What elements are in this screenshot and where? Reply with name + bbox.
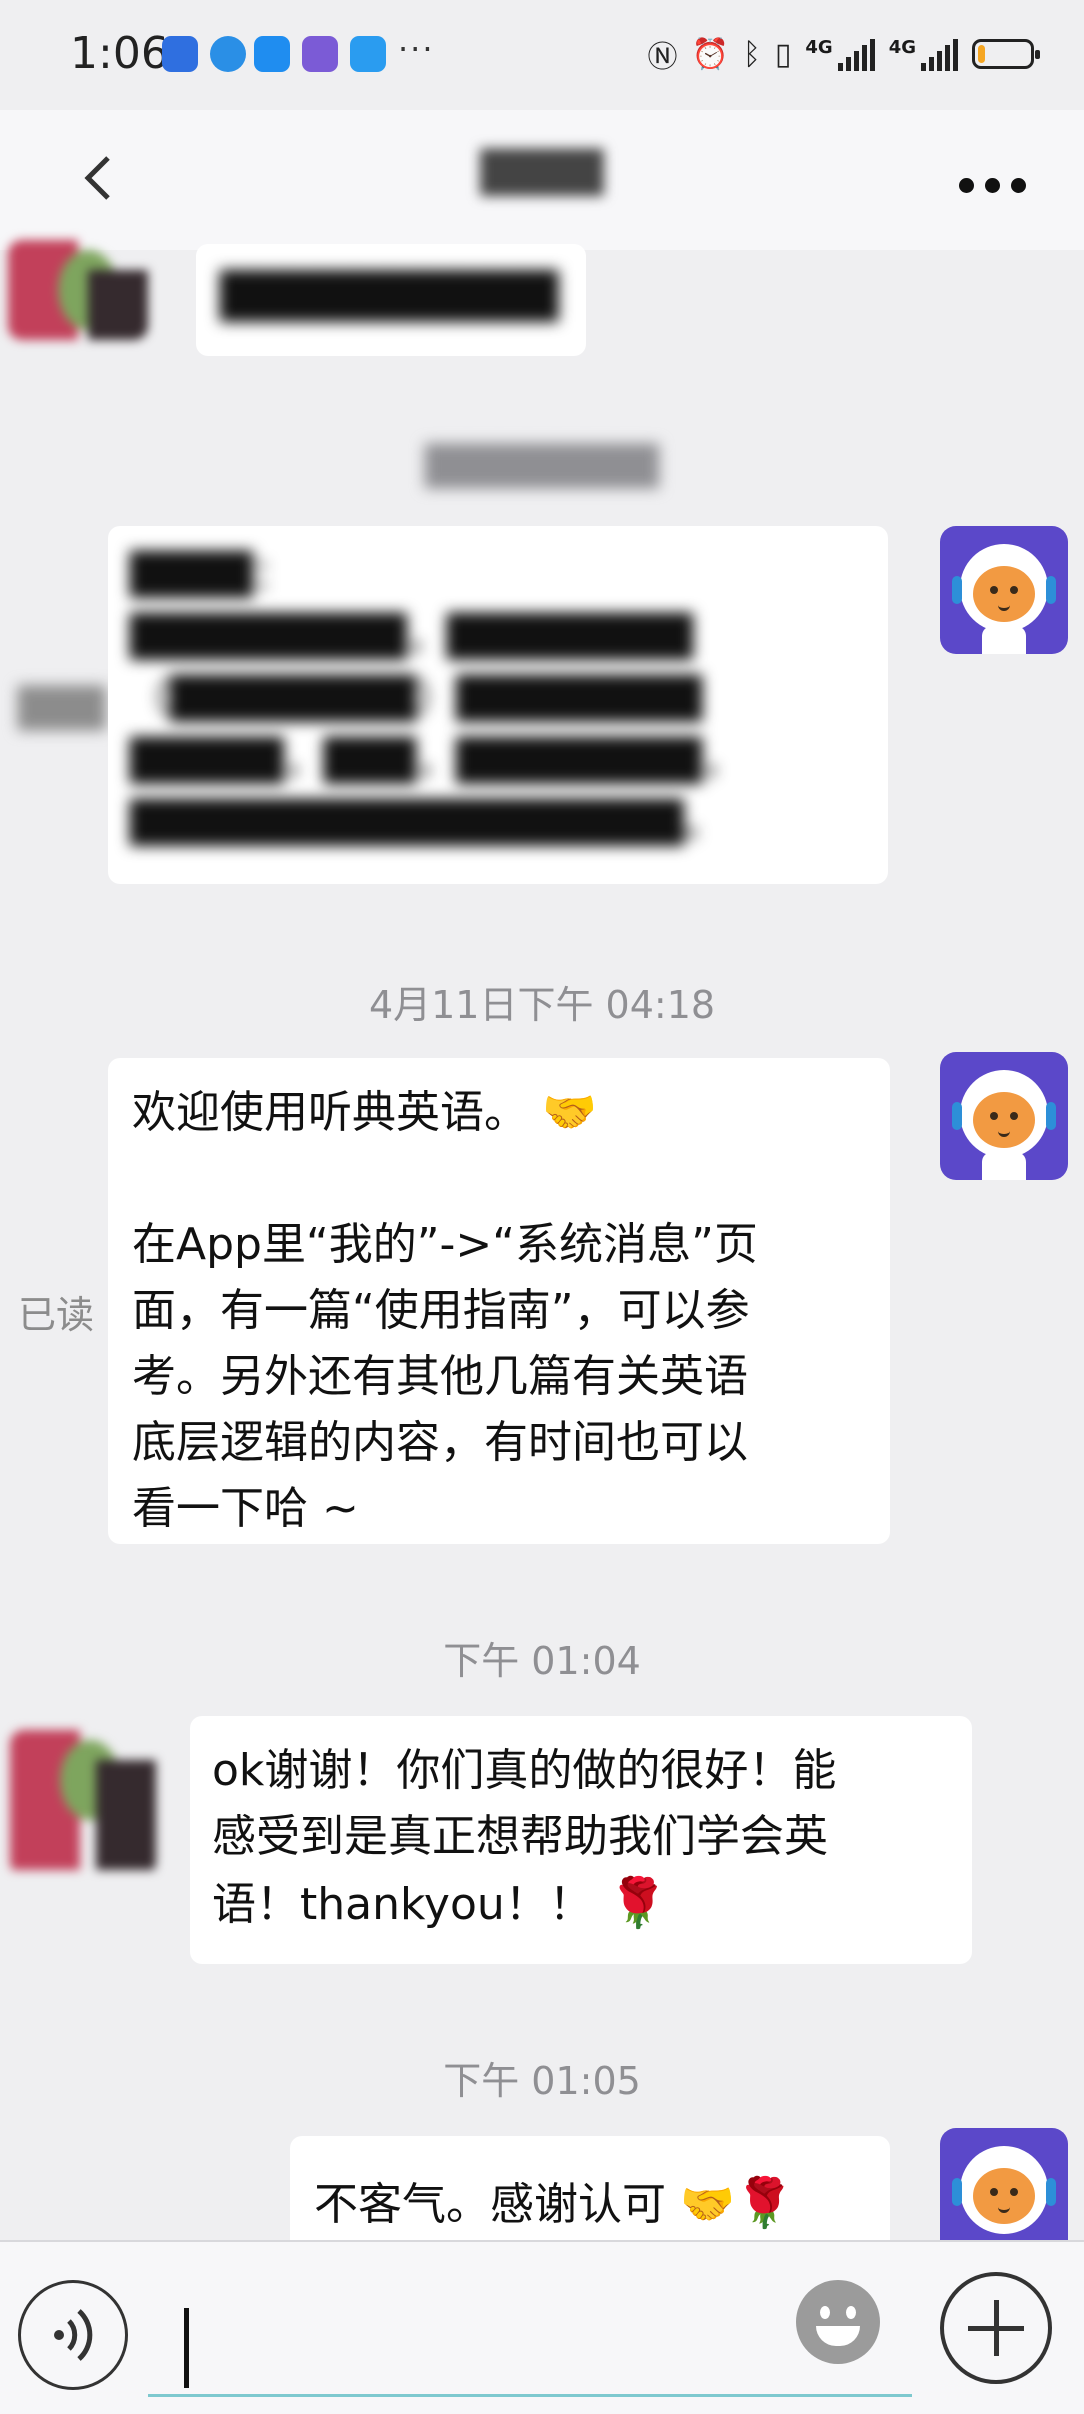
- nav-bar: ████: [0, 110, 1084, 250]
- message-line: 欢迎使用听典英语。: [132, 1087, 528, 1138]
- message-bubble-outgoing[interactable]: ████： █████████，████████ （████████）█████…: [108, 526, 888, 884]
- voice-icon[interactable]: [18, 2280, 128, 2390]
- app-notification-icon: [302, 36, 338, 72]
- app-notification-icon: [350, 36, 386, 72]
- bot-avatar[interactable]: [940, 526, 1068, 654]
- network-type: 4G: [888, 37, 916, 58]
- message-bubble-outgoing[interactable]: 不客气。感谢认可 🤝🌹: [290, 2136, 890, 2240]
- message-bubble-outgoing[interactable]: 欢迎使用听典英语。 🤝 在App里“我的”->“系统消息”页 面，有一篇“使用指…: [108, 1058, 890, 1544]
- signal-icon: 4G: [805, 37, 875, 71]
- status-bar: 1:06 ··· Ⓝ ⏰ ᛒ ▯ 4G 4G: [0, 0, 1084, 110]
- chat-title: ████: [480, 150, 604, 196]
- message-text: 欢迎使用听典英语。 🤝: [132, 1080, 866, 1146]
- nfc-icon: Ⓝ: [647, 40, 678, 75]
- network-type: 4G: [805, 37, 833, 58]
- message-bubble-incoming[interactable]: ok谢谢！你们真的做的很好！能 感受到是真正想帮助我们学会英 语！thankyo…: [190, 1716, 972, 1964]
- message-timestamp: ████████: [425, 444, 659, 488]
- more-notifications-indicator: ···: [398, 30, 435, 68]
- message-timestamp: 4月11日下午 04:18: [368, 983, 716, 1027]
- plus-icon[interactable]: [940, 2272, 1052, 2384]
- bot-avatar[interactable]: [940, 1052, 1068, 1180]
- app-notification-icon: [210, 36, 246, 72]
- read-status: 已读: [18, 1293, 95, 1337]
- user-avatar[interactable]: [8, 240, 148, 340]
- battery-level: [978, 45, 985, 63]
- handshake-icon: 🤝: [666, 2179, 735, 2230]
- text-caret: [184, 2308, 189, 2388]
- app-notification-icon: [254, 36, 290, 72]
- message-line: ok谢谢！你们真的做的很好！能 感受到是真正想帮助我们学会英 语！thankyo…: [212, 1745, 837, 1930]
- status-time: 1:06: [70, 28, 169, 79]
- status-icons: Ⓝ ⏰ ᛒ ▯ 4G 4G: [647, 32, 1040, 76]
- app-notification-icon: [162, 36, 198, 72]
- message-text: 不客气。感谢认可 🤝🌹: [314, 2170, 866, 2238]
- signal-icon: 4G: [889, 37, 958, 71]
- message-timestamp: 下午 01:05: [443, 2059, 641, 2103]
- message-text: ████： █████████，████████ （████████）█████…: [130, 552, 743, 846]
- message-timestamp: 下午 01:04: [443, 1639, 641, 1683]
- battery-icon: [972, 39, 1040, 69]
- message-text: 在App里“我的”->“系统消息”页 面，有一篇“使用指南”，可以参 考。另外还…: [132, 1219, 758, 1534]
- message-bubble-incoming[interactable]: ██████████: [196, 244, 586, 356]
- bluetooth-icon: ᛒ: [742, 36, 761, 72]
- rose-icon: 🌹: [734, 2175, 795, 2231]
- rose-icon: 🌹: [592, 1875, 668, 1931]
- read-status: ███: [18, 686, 106, 730]
- emoji-icon[interactable]: [796, 2280, 880, 2364]
- more-dots-icon[interactable]: [959, 178, 1026, 193]
- message-line: 不客气。感谢认可: [314, 2179, 666, 2230]
- input-bar: [0, 2240, 1084, 2414]
- message-text: ██████████: [220, 271, 559, 322]
- alarm-icon: ⏰: [691, 36, 729, 72]
- vibrate-icon: ▯: [774, 36, 792, 72]
- bot-avatar[interactable]: [940, 2128, 1068, 2240]
- user-avatar[interactable]: [10, 1730, 156, 1876]
- message-text: ok谢谢！你们真的做的很好！能 感受到是真正想帮助我们学会英 语！thankyo…: [212, 1738, 950, 1938]
- handshake-icon: 🤝: [528, 1087, 597, 1138]
